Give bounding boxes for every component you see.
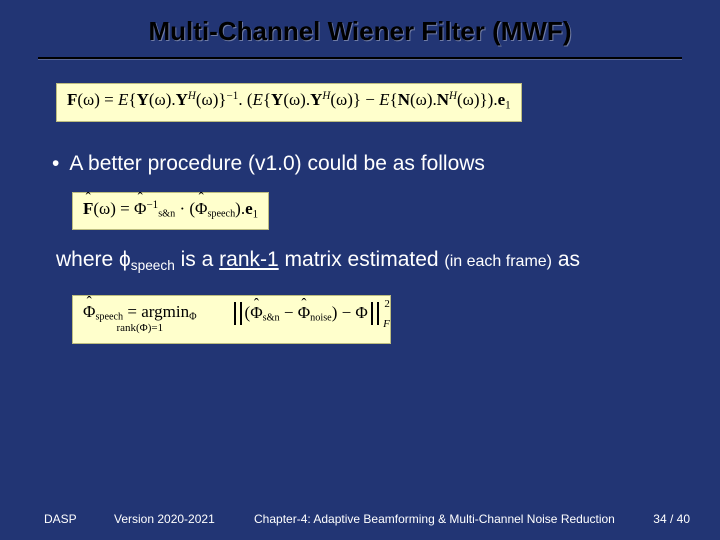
bullet-1: • A better procedure (v1.0) could be as f… xyxy=(52,152,676,176)
equation-1-box: F(ω) = E{Y(ω).YH(ω)}−1. (E{Y(ω).YH(ω)} −… xyxy=(56,83,676,122)
footer: DASP Version 2020-2021 Chapter-4: Adapti… xyxy=(0,512,720,526)
equation-2-box: F(ω) = Φ−1s&n · (Φspeech).e1 xyxy=(72,192,676,231)
where-frame: (in each frame) xyxy=(444,253,552,270)
norm-frobenius: F xyxy=(383,318,390,331)
where-post2: as xyxy=(552,248,580,271)
footer-chapter: Chapter-4: Adaptive Beamforming & Multi-… xyxy=(254,512,630,526)
equation-3-constraint: rank(Φ)=1 xyxy=(83,322,197,335)
where-line: where ϕspeech is a rank-1 matrix estimat… xyxy=(56,248,676,273)
equation-3-box: Φspeech = argminΦ rank(Φ)=1 (Φs&n − Φnoi… xyxy=(72,295,676,344)
footer-version: Version 2020-2021 xyxy=(114,512,254,526)
equation-1: F(ω) = E{Y(ω).YH(ω)}−1. (E{Y(ω).YH(ω)} −… xyxy=(56,83,522,122)
where-phi-sub: speech xyxy=(131,258,175,273)
equation-3: Φspeech = argminΦ rank(Φ)=1 (Φs&n − Φnoi… xyxy=(72,295,391,344)
where-mid: is a xyxy=(175,248,219,271)
where-post1: matrix estimated xyxy=(279,248,445,271)
page-title: Multi-Channel Wiener Filter (MWF) xyxy=(149,16,572,47)
where-phi: ϕ xyxy=(119,248,131,271)
footer-page: 34 / 40 xyxy=(630,512,690,526)
bullet-dot: • xyxy=(52,152,59,175)
equation-2: F(ω) = Φ−1s&n · (Φspeech).e1 xyxy=(72,192,269,231)
where-rank: rank-1 xyxy=(219,248,279,271)
norm-power: 2 xyxy=(384,298,390,311)
where-pre: where xyxy=(56,248,119,271)
footer-left: DASP xyxy=(44,512,114,526)
bullet-1-text: A better procedure (v1.0) could be as fo… xyxy=(69,152,485,175)
